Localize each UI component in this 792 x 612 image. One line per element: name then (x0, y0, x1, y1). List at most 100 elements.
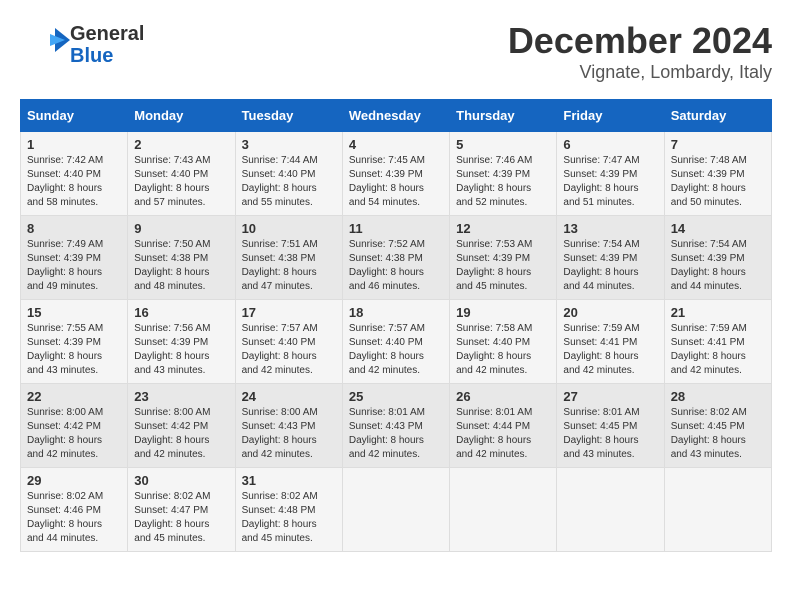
logo: General Blue (20, 20, 144, 70)
calendar-cell: 1Sunrise: 7:42 AM Sunset: 4:40 PM Daylig… (21, 132, 128, 216)
day-number: 18 (349, 305, 443, 320)
day-number: 22 (27, 389, 121, 404)
day-info: Sunrise: 7:56 AM Sunset: 4:39 PM Dayligh… (134, 323, 210, 376)
day-info: Sunrise: 7:59 AM Sunset: 4:41 PM Dayligh… (563, 323, 639, 376)
day-number: 7 (671, 137, 765, 152)
calendar-cell: 21 Sunrise: 7:59 AM Sunset: 4:41 PM Dayli… (664, 300, 771, 384)
page-header: General Blue December 2024 Vignate, Lomb… (20, 20, 772, 83)
day-of-week-friday: Friday (557, 100, 664, 132)
day-info: Sunrise: 7:50 AM Sunset: 4:38 PM Dayligh… (134, 239, 210, 292)
day-info: Sunrise: 8:01 AM Sunset: 4:44 PM Dayligh… (456, 407, 532, 460)
day-info: Sunrise: 8:00 AM Sunset: 4:42 PM Dayligh… (27, 407, 103, 460)
title-section: December 2024 Vignate, Lombardy, Italy (508, 20, 772, 83)
calendar-cell: 29 Sunrise: 8:02 AM Sunset: 4:46 PM Dayli… (21, 468, 128, 552)
calendar-cell: 31 Sunrise: 8:02 AM Sunset: 4:48 PM Dayli… (235, 468, 342, 552)
location-title: Vignate, Lombardy, Italy (508, 62, 772, 83)
day-info: Sunrise: 8:00 AM Sunset: 4:42 PM Dayligh… (134, 407, 210, 460)
day-number: 16 (134, 305, 228, 320)
calendar-cell: 4 Sunrise: 7:45 AM Sunset: 4:39 PM Daylig… (342, 132, 449, 216)
day-number: 25 (349, 389, 443, 404)
day-number: 21 (671, 305, 765, 320)
day-info: Sunrise: 7:54 AM Sunset: 4:39 PM Dayligh… (563, 239, 639, 292)
day-number: 15 (27, 305, 121, 320)
day-number: 20 (563, 305, 657, 320)
day-info: Sunrise: 8:02 AM Sunset: 4:46 PM Dayligh… (27, 491, 103, 544)
calendar-cell: 15 Sunrise: 7:55 AM Sunset: 4:39 PM Dayli… (21, 300, 128, 384)
calendar-cell: 17 Sunrise: 7:57 AM Sunset: 4:40 PM Dayli… (235, 300, 342, 384)
calendar-cell (450, 468, 557, 552)
calendar-cell: 9 Sunrise: 7:50 AM Sunset: 4:38 PM Daylig… (128, 216, 235, 300)
day-number: 31 (242, 473, 336, 488)
calendar-cell: 24 Sunrise: 8:00 AM Sunset: 4:43 PM Dayli… (235, 384, 342, 468)
day-number: 19 (456, 305, 550, 320)
day-info: Sunrise: 8:02 AM Sunset: 4:48 PM Dayligh… (242, 491, 318, 544)
day-of-week-tuesday: Tuesday (235, 100, 342, 132)
day-number: 10 (242, 221, 336, 236)
calendar-cell (664, 468, 771, 552)
calendar-cell: 28Sunrise: 8:02 AM Sunset: 4:45 PM Dayli… (664, 384, 771, 468)
day-number: 6 (563, 137, 657, 152)
calendar-cell (557, 468, 664, 552)
calendar-week-row: 8 Sunrise: 7:49 AM Sunset: 4:39 PM Daylig… (21, 216, 772, 300)
day-number: 29 (27, 473, 121, 488)
day-info: Sunrise: 7:44 AM Sunset: 4:40 PM Dayligh… (242, 155, 318, 208)
day-info: Sunrise: 7:46 AM Sunset: 4:39 PM Dayligh… (456, 155, 532, 208)
calendar-cell: 5 Sunrise: 7:46 AM Sunset: 4:39 PM Daylig… (450, 132, 557, 216)
day-info: Sunrise: 8:00 AM Sunset: 4:43 PM Dayligh… (242, 407, 318, 460)
calendar-cell: 2Sunrise: 7:43 AM Sunset: 4:40 PM Daylig… (128, 132, 235, 216)
day-info: Sunrise: 7:47 AM Sunset: 4:39 PM Dayligh… (563, 155, 639, 208)
calendar-week-row: 15 Sunrise: 7:55 AM Sunset: 4:39 PM Dayli… (21, 300, 772, 384)
day-info: Sunrise: 7:59 AM Sunset: 4:41 PM Dayligh… (671, 323, 747, 376)
calendar-cell: 14 Sunrise: 7:54 AM Sunset: 4:39 PM Dayli… (664, 216, 771, 300)
day-number: 24 (242, 389, 336, 404)
day-info: Sunrise: 7:54 AM Sunset: 4:39 PM Dayligh… (671, 239, 747, 292)
day-number: 8 (27, 221, 121, 236)
logo-icon (20, 20, 70, 70)
logo-text: General Blue (70, 23, 144, 67)
day-number: 30 (134, 473, 228, 488)
calendar-cell: 16 Sunrise: 7:56 AM Sunset: 4:39 PM Dayli… (128, 300, 235, 384)
day-number: 4 (349, 137, 443, 152)
day-info: Sunrise: 7:53 AM Sunset: 4:39 PM Dayligh… (456, 239, 532, 292)
calendar-cell: 23 Sunrise: 8:00 AM Sunset: 4:42 PM Dayli… (128, 384, 235, 468)
calendar-cell: 8 Sunrise: 7:49 AM Sunset: 4:39 PM Daylig… (21, 216, 128, 300)
logo-blue: Blue (70, 45, 144, 67)
day-info: Sunrise: 8:01 AM Sunset: 4:43 PM Dayligh… (349, 407, 425, 460)
calendar-table: SundayMondayTuesdayWednesdayThursdayFrid… (20, 99, 772, 552)
calendar-week-row: 29 Sunrise: 8:02 AM Sunset: 4:46 PM Dayli… (21, 468, 772, 552)
calendar-header-row: SundayMondayTuesdayWednesdayThursdayFrid… (21, 100, 772, 132)
calendar-cell (342, 468, 449, 552)
day-of-week-wednesday: Wednesday (342, 100, 449, 132)
day-info: Sunrise: 8:01 AM Sunset: 4:45 PM Dayligh… (563, 407, 639, 460)
day-number: 27 (563, 389, 657, 404)
calendar-cell: 25 Sunrise: 8:01 AM Sunset: 4:43 PM Dayli… (342, 384, 449, 468)
day-number: 5 (456, 137, 550, 152)
calendar-cell: 18 Sunrise: 7:57 AM Sunset: 4:40 PM Dayli… (342, 300, 449, 384)
day-info: Sunrise: 8:02 AM Sunset: 4:45 PM Dayligh… (671, 407, 747, 460)
month-title: December 2024 (508, 20, 772, 62)
day-info: Sunrise: 7:51 AM Sunset: 4:38 PM Dayligh… (242, 239, 318, 292)
day-of-week-thursday: Thursday (450, 100, 557, 132)
day-number: 3 (242, 137, 336, 152)
day-number: 14 (671, 221, 765, 236)
calendar-body: 1Sunrise: 7:42 AM Sunset: 4:40 PM Daylig… (21, 132, 772, 552)
calendar-cell: 12 Sunrise: 7:53 AM Sunset: 4:39 PM Dayli… (450, 216, 557, 300)
day-info: Sunrise: 7:43 AM Sunset: 4:40 PM Dayligh… (134, 155, 210, 208)
day-number: 11 (349, 221, 443, 236)
day-info: Sunrise: 7:55 AM Sunset: 4:39 PM Dayligh… (27, 323, 103, 376)
day-info: Sunrise: 7:58 AM Sunset: 4:40 PM Dayligh… (456, 323, 532, 376)
day-number: 26 (456, 389, 550, 404)
calendar-cell: 30Sunrise: 8:02 AM Sunset: 4:47 PM Dayli… (128, 468, 235, 552)
calendar-cell: 10 Sunrise: 7:51 AM Sunset: 4:38 PM Dayli… (235, 216, 342, 300)
day-number: 17 (242, 305, 336, 320)
day-info: Sunrise: 7:48 AM Sunset: 4:39 PM Dayligh… (671, 155, 747, 208)
day-number: 12 (456, 221, 550, 236)
day-number: 23 (134, 389, 228, 404)
day-info: Sunrise: 7:57 AM Sunset: 4:40 PM Dayligh… (349, 323, 425, 376)
day-number: 9 (134, 221, 228, 236)
day-info: Sunrise: 7:45 AM Sunset: 4:39 PM Dayligh… (349, 155, 425, 208)
calendar-cell: 19 Sunrise: 7:58 AM Sunset: 4:40 PM Dayli… (450, 300, 557, 384)
day-info: Sunrise: 7:49 AM Sunset: 4:39 PM Dayligh… (27, 239, 103, 292)
calendar-cell: 26 Sunrise: 8:01 AM Sunset: 4:44 PM Dayli… (450, 384, 557, 468)
day-info: Sunrise: 7:57 AM Sunset: 4:40 PM Dayligh… (242, 323, 318, 376)
